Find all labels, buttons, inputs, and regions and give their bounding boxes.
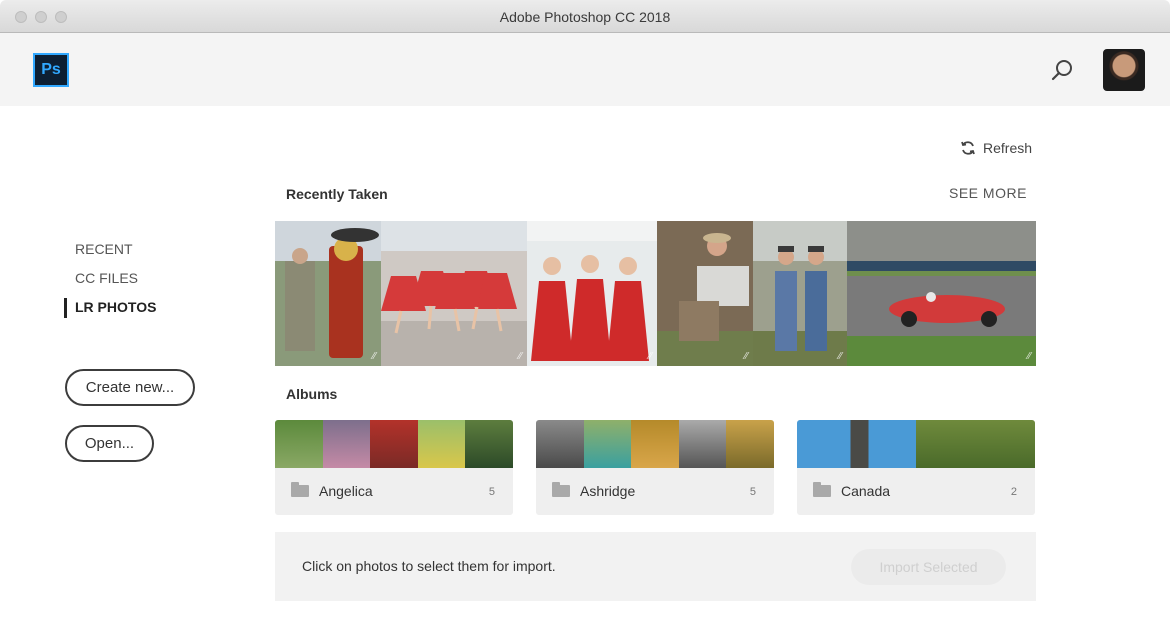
folder-icon [813,482,831,497]
photo-thumbnail[interactable]: ⁄⁄ [527,221,657,366]
album-card-angelica[interactable]: Angelica 5 [275,420,513,515]
refresh-icon [961,141,975,155]
photo-thumbnail[interactable]: ⁄⁄ [381,221,527,366]
search-icon [1051,60,1072,81]
photo-thumbnail[interactable]: ⁄⁄ [847,221,1036,366]
album-name: Ashridge [580,483,636,499]
recently-taken-title: Recently Taken [286,186,388,202]
photo-thumbnail[interactable]: ⁄⁄ [275,221,381,366]
photo-thumbnail[interactable]: ⁄⁄ [657,221,753,366]
user-avatar[interactable] [1103,49,1145,91]
select-corner-icon: ⁄⁄ [744,351,748,362]
select-corner-icon: ⁄⁄ [372,351,376,362]
album-card-ashridge[interactable]: Ashridge 5 [536,420,774,515]
select-corner-icon: ⁄⁄ [518,351,522,362]
window-title: Adobe Photoshop CC 2018 [499,9,671,25]
see-more-link[interactable]: SEE MORE [949,185,1027,201]
photo-accordion-art [657,221,753,366]
search-button[interactable] [1047,56,1077,86]
folder-icon [552,482,570,497]
album-count: 2 [1010,486,1017,498]
photo-thumbnail[interactable]: ⁄⁄ [753,221,847,366]
refresh-button[interactable]: Refresh [960,138,1032,158]
select-corner-icon: ⁄⁄ [648,351,652,362]
sidebar-nav: RECENT CC FILES LR PHOTOS [63,240,156,327]
album-count: 5 [488,486,495,498]
recent-photo-strip: ⁄⁄ ⁄⁄ ⁄⁄ ⁄⁄ ⁄⁄ ⁄⁄ [275,221,1036,366]
import-instructions: Click on photos to select them for impor… [302,558,556,574]
photo-fuel-pump-art [275,221,381,366]
select-corner-icon: ⁄⁄ [1027,351,1031,362]
photo-dancers-art [381,221,527,366]
folder-icon [291,482,309,497]
album-thumbnails [536,420,774,468]
album-name: Canada [841,483,891,499]
photo-overalls-art [753,221,847,366]
nav-item-recent[interactable]: RECENT [75,240,156,269]
nav-item-lr-photos[interactable]: LR PHOTOS [63,298,156,327]
import-bar: Click on photos to select them for impor… [275,532,1036,601]
album-thumbnails [275,420,513,468]
title-bar: Adobe Photoshop CC 2018 [0,0,1170,33]
album-card-canada[interactable]: Canada 2 [797,420,1035,515]
album-count: 5 [749,486,756,498]
create-new-button[interactable]: Create new... [65,369,195,406]
albums-title: Albums [286,386,338,402]
nav-item-cc-files[interactable]: CC FILES [75,269,156,298]
open-button[interactable]: Open... [65,425,154,462]
refresh-label: Refresh [983,140,1033,156]
select-corner-icon: ⁄⁄ [838,351,842,362]
photo-race-car-art [847,221,1036,366]
photoshop-logo: Ps [33,53,69,87]
album-name: Angelica [319,483,373,499]
app-header: Ps [0,33,1170,106]
photo-women-art [527,221,657,366]
import-selected-button[interactable]: Import Selected [851,549,1006,585]
album-thumbnails [797,420,1035,468]
